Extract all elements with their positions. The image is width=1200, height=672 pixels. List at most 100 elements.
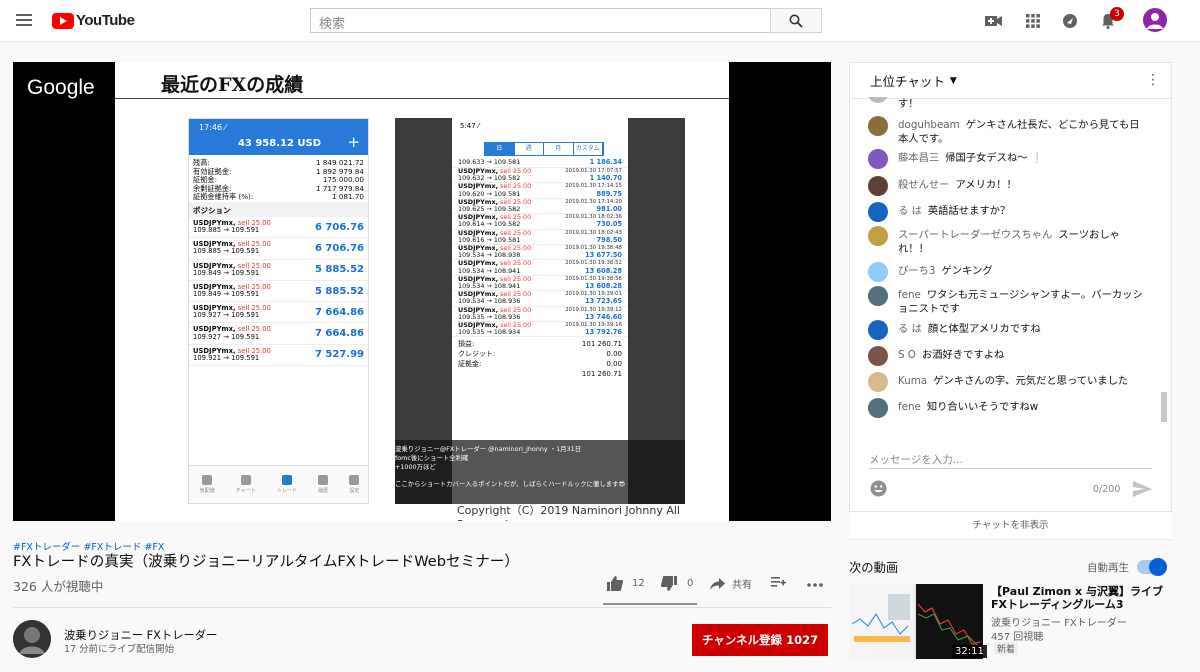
trade-info: USDJPYmx, sell 25.00 109.535 → 108.936 <box>458 306 531 321</box>
chat-menu-icon[interactable]: ⋮ <box>1146 72 1160 88</box>
chat-author-name[interactable]: ぴーち3 <box>898 265 935 277</box>
add-to-playlist-button[interactable] <box>771 576 786 588</box>
chat-scrollbar[interactable] <box>1161 392 1167 422</box>
stat-label: 証拠金維持率 (%): <box>193 192 254 202</box>
position-profit: 7 527.99 <box>314 349 364 361</box>
dislike-count: 0 <box>687 578 694 589</box>
chat-author-name[interactable]: doguhbeam <box>898 119 960 131</box>
summary-value: 101 260.71 <box>581 370 622 379</box>
chat-author-avatar[interactable] <box>868 320 888 340</box>
hide-chat-button[interactable]: チャットを非表示 <box>849 511 1172 539</box>
video-player[interactable]: Google 最近のFXの成績 17:46 ⁄ 43 958.12 USD + … <box>13 62 831 521</box>
trade-profit: 13 608.28 <box>585 266 622 275</box>
position-rate: 109.885 → 109.591 <box>193 247 260 256</box>
send-icon[interactable] <box>1133 481 1152 501</box>
tweet-overlay: 波乗りジョニー@FXトレーダー @naminori_jhonny ・1月31日 … <box>395 440 685 504</box>
more-actions-button[interactable] <box>807 583 823 587</box>
summary-row: 証拠金: 0.00 <box>452 359 628 369</box>
trade-right: 2019.01.30 18:02:36 730.05 <box>565 214 622 228</box>
chat-author-avatar[interactable] <box>868 116 888 136</box>
positions-heading: ポジション <box>189 201 368 217</box>
chevron-down-icon[interactable]: ▼ <box>950 76 957 86</box>
emoji-icon[interactable] <box>870 480 887 501</box>
trade-right: 2019.01.30 17:07:57 1 140.70 <box>565 168 622 182</box>
trade-info: USDJPYmx, sell 25.00 109.614 → 109.582 <box>458 214 531 229</box>
position-info: USDJPYmx, sell 25.00 109.849 → 109.591 <box>193 262 271 277</box>
trade-history-list: USDJPYmx, sell 25.00 109.632 → 109.582 201… <box>452 167 628 338</box>
chat-author-avatar[interactable] <box>868 226 888 246</box>
chat-author-avatar[interactable] <box>868 372 888 392</box>
chat-message-body: る は英語話せますか？ <box>898 204 1010 222</box>
app-nav-label: 履歴 <box>318 488 329 494</box>
position-info: USDJPYmx, sell 25.00 109.921 → 109.591 <box>193 347 271 362</box>
plus-icon: + <box>347 133 360 151</box>
chat-author-name[interactable]: スーパートレーダーゼウスちゃん <box>898 229 1052 241</box>
search-input[interactable]: 検索 <box>310 8 771 33</box>
dislike-button[interactable]: 0 <box>661 576 693 591</box>
chat-author-name[interactable]: る は <box>898 205 922 217</box>
subscribe-button[interactable]: チャンネル登録 1027 <box>692 624 828 656</box>
trade-rate: 109.534 → 108.938 <box>458 251 521 260</box>
chat-message-text: 知り合いいそうですねw <box>926 401 1039 413</box>
app-nav-item: トレード <box>277 475 297 494</box>
position-info: USDJPYmx, sell 25.00 109.849 → 109.591 <box>193 283 271 298</box>
chat-message-input[interactable]: メッセージを入力... <box>869 452 963 467</box>
trade-right: 2019.01.30 18:02:43 798.50 <box>565 230 622 244</box>
play-logo-icon <box>52 12 74 29</box>
trade-profit: 13 677.50 <box>585 251 622 260</box>
messages-icon[interactable] <box>1061 12 1079 30</box>
next-video-channel[interactable]: 波乗りジョニー FXトレーダー <box>991 614 1127 629</box>
chat-author-avatar[interactable] <box>868 202 888 222</box>
chat-author-avatar[interactable] <box>868 262 888 282</box>
chat-author-avatar[interactable] <box>868 176 888 196</box>
trade-rate: 109.620 → 109.581 <box>458 189 521 198</box>
chat-author-name[interactable]: Kuma <box>898 375 927 387</box>
up-next-label: 次の動画 <box>849 561 899 575</box>
summary-label: クレジット: <box>458 350 496 359</box>
position-profit: 5 885.52 <box>314 264 364 276</box>
trade-row: USDJPYmx, sell 25.00 109.632 → 109.582 201… <box>452 167 628 184</box>
apps-icon[interactable] <box>1024 12 1042 30</box>
app-bottom-nav: 気配値 チャート トレード 履歴 設定 <box>189 465 368 503</box>
trade-info: USDJPYmx, sell 25.00 109.620 → 109.581 <box>458 183 531 198</box>
position-row: USDJPYmx, sell 25.00 109.849 → 109.591 5 8… <box>189 281 368 303</box>
account-avatar[interactable] <box>1143 8 1167 32</box>
chat-author-name[interactable]: fene <box>898 401 921 413</box>
channel-avatar[interactable] <box>13 620 51 658</box>
tweet-line: +1000万ほど <box>395 463 436 471</box>
tweet-line: fomc後にショート全利確 <box>395 454 469 462</box>
share-button[interactable]: 共有 <box>710 576 752 591</box>
trade-right: 2019.01.30 19:38:52 13 608.28 <box>565 260 622 274</box>
summary-value: 101 260.71 <box>581 340 622 349</box>
like-button[interactable]: 12 <box>607 576 645 591</box>
chat-author-name[interactable]: fene <box>898 289 921 301</box>
chat-author-name[interactable]: S O <box>898 349 916 361</box>
menu-icon[interactable] <box>16 14 32 26</box>
create-video-icon[interactable] <box>984 12 1002 30</box>
autoplay-toggle-knob[interactable] <box>1149 558 1167 576</box>
trade-right: 2019.01.30 19:39:01 13 723.65 <box>565 291 622 305</box>
chat-author-avatar[interactable] <box>868 398 888 418</box>
trade-row: USDJPYmx, sell 25.00 109.625 → 109.582 201… <box>452 198 628 215</box>
tweet-line: ここからショートカバー入るポイントだが、しばらくハードルックに徹します😎 <box>395 480 626 488</box>
chat-author-avatar[interactable] <box>868 149 888 169</box>
chat-author-name[interactable]: 殺せんせー <box>898 179 949 191</box>
chat-author-avatar[interactable] <box>868 286 888 306</box>
position-row: USDJPYmx, sell 25.00 109.849 → 109.591 5 8… <box>189 260 368 281</box>
chat-author-name[interactable]: る は <box>898 323 922 335</box>
trading-app-screenshot-positions: 17:46 ⁄ 43 958.12 USD + 残高: 1 849 021.72 有… <box>188 118 369 504</box>
chat-author-avatar[interactable] <box>868 97 888 103</box>
trade-row: USDJPYmx, sell 25.00 109.535 → 108.934 201… <box>452 321 628 338</box>
chat-mode-dropdown[interactable]: 上位チャット <box>870 71 945 90</box>
position-rate: 109.927 → 109.591 <box>193 311 260 320</box>
summary-value: 0.00 <box>606 350 622 359</box>
chat-header: 上位チャット ▼ ⋮ <box>850 63 1171 99</box>
search-button[interactable] <box>770 8 822 33</box>
youtube-logo[interactable]: YouTube <box>52 12 135 29</box>
chat-message-body: す！ <box>898 97 919 111</box>
chat-author-name[interactable]: 藤本昌三 <box>898 152 939 164</box>
chat-author-avatar[interactable] <box>868 346 888 366</box>
next-video-title[interactable]: 【Paul Zimon x 与沢翼】ライブFXトレーディングルーム3 <box>991 585 1171 611</box>
app-nav-icon <box>281 475 292 485</box>
divider <box>13 607 831 608</box>
